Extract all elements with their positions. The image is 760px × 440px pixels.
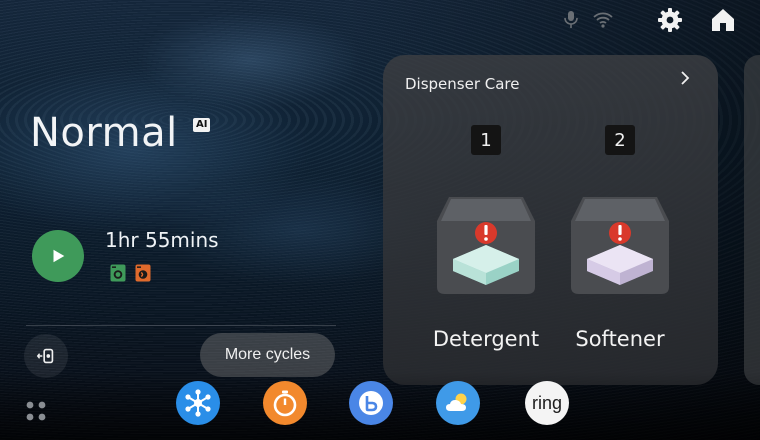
ring-app-icon: ring: [531, 392, 562, 413]
start-button[interactable]: [32, 230, 84, 282]
more-cycles-button[interactable]: More cycles: [200, 333, 335, 377]
bixby-app-button[interactable]: [349, 381, 393, 425]
ring-app-button[interactable]: ring: [525, 381, 569, 425]
detergent-dispenser-icon: [437, 197, 535, 294]
status-icons: [560, 8, 614, 30]
dryer-icon: [135, 264, 151, 282]
mic-icon: [560, 8, 582, 30]
next-card-peek[interactable]: [744, 55, 760, 385]
cycle-name: Normal: [30, 110, 178, 156]
app-grid-icon: [26, 401, 46, 421]
smartthings-icon: [185, 389, 211, 417]
ai-badge: AI: [193, 118, 211, 132]
weather-icon: [446, 393, 467, 411]
chevron-right-icon[interactable]: [676, 69, 694, 87]
slot-label: Detergent: [432, 327, 540, 351]
timer-icon: [273, 390, 297, 417]
dispenser-slot-softener[interactable]: 2 Softener: [565, 125, 675, 351]
bixby-icon: [359, 391, 383, 415]
slot-label: Softener: [575, 327, 665, 351]
dispenser-care-card[interactable]: Dispenser Care 1 Detergent 2 Softener: [383, 55, 718, 385]
divider: [26, 325, 336, 326]
play-icon: [53, 249, 65, 263]
home-icon: [712, 9, 734, 31]
slot-number: 2: [605, 125, 635, 155]
washer-icon: [110, 264, 126, 282]
gear-icon: [658, 8, 682, 32]
wifi-icon: [592, 8, 614, 30]
softener-dispenser-icon: [571, 197, 669, 294]
cycle-duration: 1hr 55mins: [105, 228, 219, 252]
app-grid-button[interactable]: [25, 400, 47, 422]
exit-door-icon: [36, 348, 54, 364]
slot-number: 1: [471, 125, 501, 155]
smartthings-app-button[interactable]: [176, 381, 220, 425]
dispenser-slot-detergent[interactable]: 1 Detergent: [431, 125, 541, 351]
settings-button[interactable]: [656, 6, 684, 34]
timer-app-button[interactable]: [263, 381, 307, 425]
card-title: Dispenser Care: [405, 75, 520, 93]
weather-app-button[interactable]: [436, 381, 480, 425]
home-button[interactable]: [709, 6, 737, 34]
cycle-indicators: [110, 264, 151, 282]
